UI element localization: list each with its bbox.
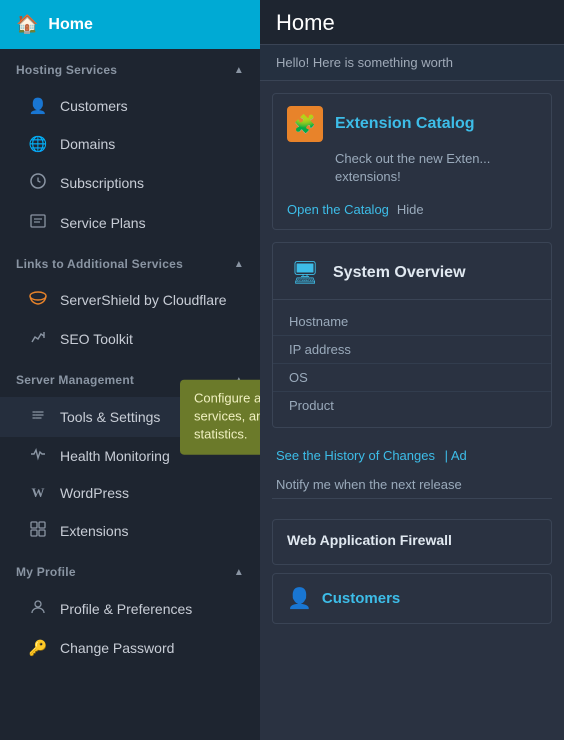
main-bottom: See the History of Changes | Ad Notify m… [260, 440, 564, 511]
os-label: OS [289, 370, 399, 385]
catalog-icon: 🧩 [287, 106, 323, 142]
wordpress-icon: W [28, 485, 48, 501]
profile-preferences-icon [28, 599, 48, 619]
section-my-profile[interactable]: My Profile ▲ [0, 551, 260, 589]
system-overview-title: System Overview [333, 264, 466, 282]
sidebar-item-profile-preferences[interactable]: Profile & Preferences [0, 589, 260, 629]
ip-address-label: IP address [289, 342, 399, 357]
page-title-bar: Home [260, 0, 564, 45]
catalog-title: Extension Catalog [335, 115, 475, 133]
chevron-server-icon: ▲ [234, 375, 244, 386]
chevron-profile-icon: ▲ [234, 567, 244, 578]
hostname-row: Hostname [273, 308, 551, 336]
sidebar-item-tools-settings[interactable]: Tools & Settings Configure and manage sy… [0, 397, 260, 437]
sidebar-item-extensions-label: Extensions [60, 523, 128, 539]
notify-row: Notify me when the next release [272, 471, 552, 499]
waf-title: Web Application Firewall [287, 532, 537, 548]
changes-separator: | [445, 448, 451, 463]
sidebar-item-service-plans[interactable]: Service Plans [0, 203, 260, 243]
sidebar: 🏠 Home Hosting Services ▲ 👤 Customers 🌐 … [0, 0, 260, 740]
notice-text: Hello! Here is something worth [276, 55, 453, 70]
sidebar-item-servershield-label: ServerShield by Cloudflare [60, 292, 227, 308]
service-plans-icon [28, 213, 48, 233]
extensions-icon [28, 521, 48, 541]
catalog-card-header: 🧩 Extension Catalog [273, 94, 551, 150]
changes-row: See the History of Changes | Ad [272, 440, 552, 471]
sidebar-item-servershield[interactable]: ServerShield by Cloudflare [0, 281, 260, 319]
seo-toolkit-icon [28, 329, 48, 349]
hide-catalog-button[interactable]: Hide [397, 202, 424, 217]
nav-home[interactable]: 🏠 Home [0, 0, 260, 49]
section-server-management[interactable]: Server Management ▲ [0, 359, 260, 397]
sidebar-item-tools-settings-label: Tools & Settings [60, 409, 160, 425]
product-label: Product [289, 398, 399, 413]
page-title: Home [276, 10, 548, 36]
sidebar-item-profile-preferences-label: Profile & Preferences [60, 601, 192, 617]
domains-icon: 🌐 [28, 135, 48, 153]
chevron-hosting-icon: ▲ [234, 65, 244, 76]
section-hosting-services[interactable]: Hosting Services ▲ [0, 49, 260, 87]
sidebar-item-change-password-label: Change Password [60, 640, 174, 656]
waf-card: Web Application Firewall [272, 519, 552, 565]
section-server-label: Server Management [16, 373, 134, 387]
chevron-links-icon: ▲ [234, 259, 244, 270]
customers-card-icon: 👤 [287, 586, 312, 611]
sidebar-item-wordpress-label: WordPress [60, 485, 129, 501]
tools-settings-icon [28, 407, 48, 427]
sidebar-item-seo-toolkit[interactable]: SEO Toolkit [0, 319, 260, 359]
open-catalog-button[interactable]: Open the Catalog [287, 202, 389, 217]
sidebar-item-extensions[interactable]: Extensions [0, 511, 260, 551]
main-content: Home Hello! Here is something worth 🧩 Ex… [260, 0, 564, 740]
section-links-additional[interactable]: Links to Additional Services ▲ [0, 243, 260, 281]
sidebar-item-wordpress[interactable]: W WordPress [0, 475, 260, 511]
subscriptions-icon [28, 173, 48, 193]
system-info-table: Hostname IP address OS Product [273, 300, 551, 427]
sidebar-item-seo-toolkit-label: SEO Toolkit [60, 331, 133, 347]
customers-icon: 👤 [28, 97, 48, 115]
catalog-description: Check out the new Exten... extensions! [273, 150, 551, 194]
home-label: Home [48, 16, 92, 34]
sidebar-item-health-monitoring-label: Health Monitoring [60, 448, 170, 464]
sidebar-item-change-password[interactable]: 🔑 Change Password [0, 629, 260, 667]
sidebar-item-subscriptions[interactable]: Subscriptions [0, 163, 260, 203]
sidebar-item-customers[interactable]: 👤 Customers [0, 87, 260, 125]
catalog-card: 🧩 Extension Catalog Check out the new Ex… [272, 93, 552, 230]
notice-bar: Hello! Here is something worth [260, 45, 564, 81]
history-changes-link[interactable]: See the History of Changes [276, 448, 435, 463]
system-overview-header: 🖥 System Overview [273, 243, 551, 300]
sidebar-item-health-monitoring[interactable]: Health Monitoring [0, 437, 260, 475]
sidebar-item-subscriptions-label: Subscriptions [60, 175, 144, 191]
customers-card[interactable]: 👤 Customers [272, 573, 552, 624]
sidebar-item-domains[interactable]: 🌐 Domains [0, 125, 260, 163]
catalog-actions: Open the Catalog Hide [273, 194, 551, 229]
home-icon: 🏠 [16, 14, 38, 35]
section-hosting-services-label: Hosting Services [16, 63, 117, 77]
monitor-icon: 🖥 [287, 255, 323, 291]
section-my-profile-label: My Profile [16, 565, 76, 579]
system-overview-card: 🖥 System Overview Hostname IP address OS… [272, 242, 552, 428]
section-links-label: Links to Additional Services [16, 257, 183, 271]
hostname-label: Hostname [289, 314, 399, 329]
ip-address-row: IP address [273, 336, 551, 364]
customers-card-title: Customers [322, 590, 400, 607]
health-monitoring-icon [28, 447, 48, 465]
product-row: Product [273, 392, 551, 419]
sidebar-item-customers-label: Customers [60, 98, 128, 114]
os-row: OS [273, 364, 551, 392]
servershield-icon [28, 291, 48, 309]
additional-link[interactable]: Ad [451, 448, 467, 463]
sidebar-item-service-plans-label: Service Plans [60, 215, 146, 231]
sidebar-item-domains-label: Domains [60, 136, 115, 152]
change-password-icon: 🔑 [28, 639, 48, 657]
